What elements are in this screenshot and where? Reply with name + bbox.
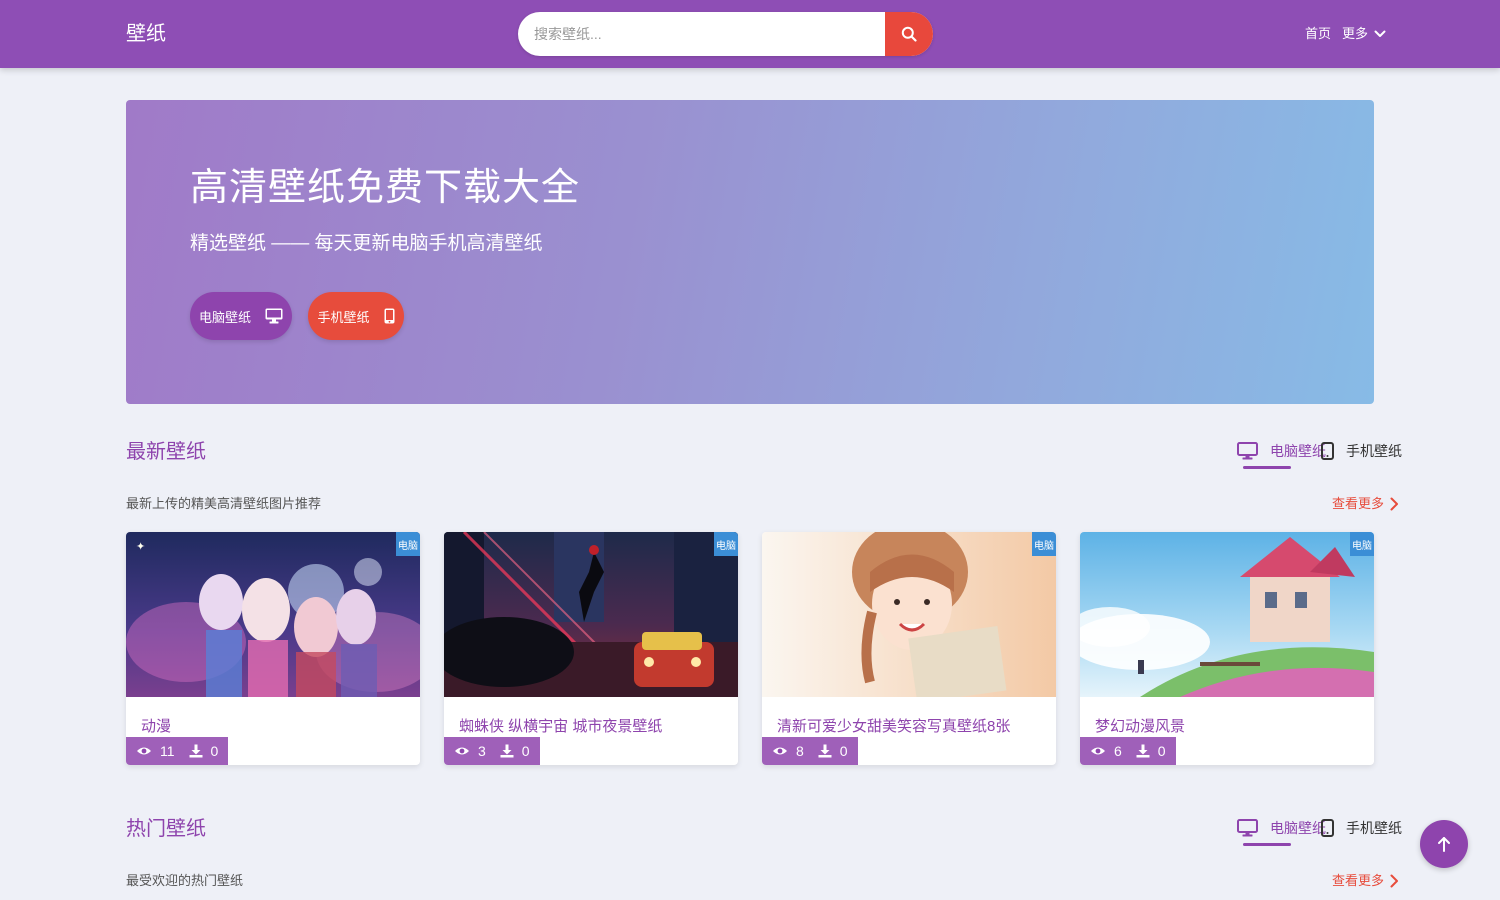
tab-latest-mobile-label: 手机壁纸 [1346,443,1402,459]
hero-title: 高清壁纸免费下载大全 [190,167,581,209]
download-icon [818,744,832,758]
hero-banner: 高清壁纸免费下载大全 精选壁纸 —— 每天更新电脑手机高清壁纸 电脑壁纸 手机壁… [126,100,1374,404]
tab-popular-pc-label: 电脑壁纸 [1270,820,1326,836]
card-views-count: 8 [796,743,804,759]
wallpaper-card[interactable]: ✦ 电脑 11 0 动漫 [126,532,420,765]
mobile-icon [1321,442,1334,460]
nav-more-dropdown[interactable]: 更多 [1342,26,1386,42]
card-views: 8 [772,743,804,759]
site-logo[interactable]: 壁纸 [126,22,166,46]
card-downloads-count: 0 [210,743,219,759]
section-latest-title: 最新壁纸 [126,441,206,463]
card-type-badge: 电脑 [1032,532,1056,556]
card-type-badge: 电脑 [396,532,420,556]
tab-latest-mobile[interactable]: 手机壁纸 [1321,442,1402,460]
tab-latest-pc[interactable]: 电脑壁纸 [1237,442,1326,460]
section-popular-title: 热门壁纸 [126,818,206,840]
desktop-icon [1237,442,1258,460]
arrow-up-icon [1438,837,1450,852]
card-stats: 6 0 [1080,737,1176,765]
download-icon [189,744,203,758]
card-views-count: 6 [1114,743,1122,759]
search-input[interactable] [518,12,885,56]
section-latest-more-link[interactable]: 查看更多 [1332,496,1399,512]
desktop-icon [1237,819,1258,837]
top-navbar: 壁纸 首页 更多 [0,0,1500,68]
tab-popular-pc[interactable]: 电脑壁纸 [1237,819,1326,837]
svg-text:✦: ✦ [136,540,145,553]
card-downloads-count: 0 [839,743,848,759]
card-title[interactable]: 清新可爱少女甜美笑容写真壁纸8张 [777,718,1010,736]
eye-icon [773,747,787,755]
download-icon [1136,744,1150,758]
wallpaper-card[interactable]: 电脑 8 0 清新可爱少女甜美笑容写真壁纸8张 [762,532,1056,765]
more-link-label: 查看更多 [1332,873,1385,888]
card-downloads: 0 [189,743,219,759]
mobile-icon [1321,819,1334,837]
desktop-icon [265,308,283,324]
mobile-icon [384,308,394,324]
section-latest-description: 最新上传的精美高清壁纸图片推荐 [126,496,322,511]
wallpaper-thumbnail [1080,532,1374,697]
card-stats: 8 0 [762,737,858,765]
section-popular-description: 最受欢迎的热门壁纸 [126,873,244,888]
card-views-count: 11 [160,743,175,759]
search-icon [901,26,917,42]
eye-icon [137,747,151,755]
section-popular-more-link[interactable]: 查看更多 [1332,873,1399,889]
hero-subtitle: 精选壁纸 —— 每天更新电脑手机高清壁纸 [190,233,543,254]
card-downloads: 0 [1136,743,1166,759]
card-title[interactable]: 梦幻动漫风景 [1095,718,1185,736]
card-title[interactable]: 动漫 [141,718,171,736]
card-stats: 3 0 [444,737,540,765]
hero-mobile-button[interactable]: 手机壁纸 [308,292,404,340]
card-type-badge: 电脑 [1350,532,1374,556]
wallpaper-thumbnail [444,532,738,697]
tab-popular-mobile[interactable]: 手机壁纸 [1321,819,1402,837]
wallpaper-card[interactable]: 电脑 3 0 蜘蛛侠 纵横宇宙 城市夜景壁纸 [444,532,738,765]
eye-icon [1091,747,1105,755]
search-bar [518,12,933,56]
download-icon [500,744,514,758]
card-views: 11 [136,743,175,759]
eye-icon [455,747,469,755]
active-tab-indicator [1243,843,1291,846]
wallpaper-thumbnail [762,532,1056,697]
wallpaper-thumbnail: ✦ [126,532,420,697]
hero-mobile-button-label: 手机壁纸 [317,309,370,325]
more-link-label: 查看更多 [1332,496,1385,511]
card-title[interactable]: 蜘蛛侠 纵横宇宙 城市夜景壁纸 [459,718,662,736]
card-downloads: 0 [818,743,848,759]
hero-pc-button-label: 电脑壁纸 [198,309,251,325]
chevron-right-icon [1390,497,1399,511]
nav-more-label: 更多 [1342,26,1369,41]
nav-home-link[interactable]: 首页 [1305,26,1331,42]
back-to-top-button[interactable] [1420,820,1468,868]
tab-popular-mobile-label: 手机壁纸 [1346,820,1402,836]
wallpaper-card[interactable]: 电脑 6 0 梦幻动漫风景 [1080,532,1374,765]
card-type-badge: 电脑 [714,532,738,556]
active-tab-indicator [1243,466,1291,469]
search-button[interactable] [885,12,933,56]
card-downloads-count: 0 [1157,743,1166,759]
card-downloads: 0 [500,743,530,759]
chevron-down-icon [1374,30,1386,37]
card-stats: 11 0 [126,737,229,765]
tab-latest-pc-label: 电脑壁纸 [1270,443,1326,459]
hero-pc-button[interactable]: 电脑壁纸 [190,292,292,340]
card-views: 3 [454,743,486,759]
card-downloads-count: 0 [521,743,530,759]
chevron-right-icon [1390,874,1399,888]
card-views: 6 [1090,743,1122,759]
card-views-count: 3 [478,743,486,759]
